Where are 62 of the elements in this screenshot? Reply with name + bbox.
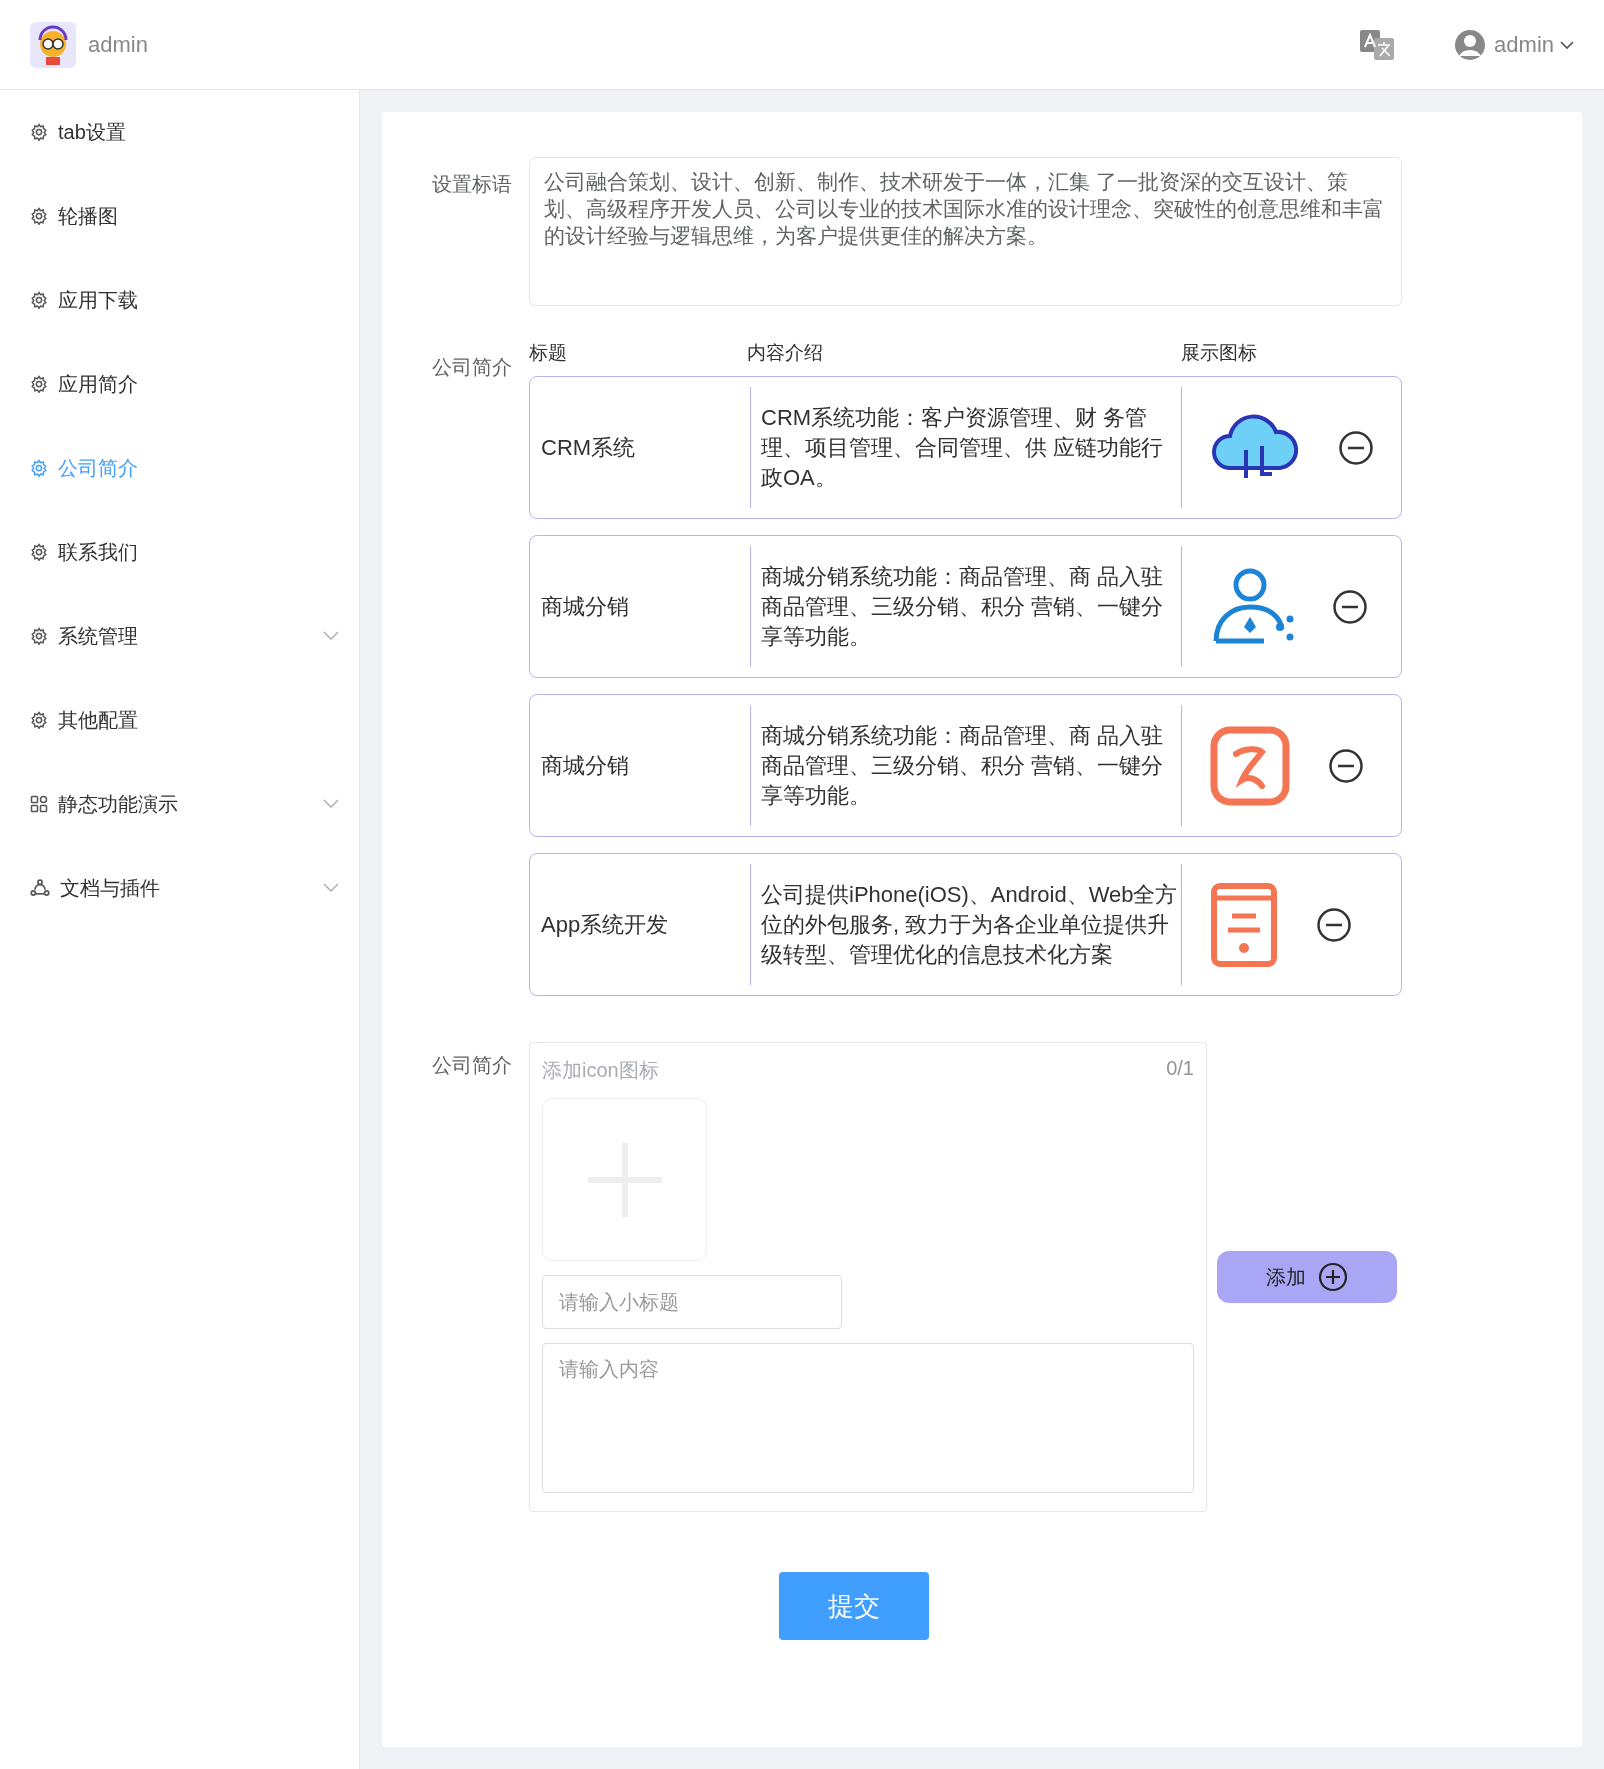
row-content: 商城分销系统功能：商品管理、商 品入驻商品管理、三级分销、积分 营销、一键分享等功能。 xyxy=(760,562,1165,651)
sidebar-item-label: 轮播图 xyxy=(58,203,119,229)
row-title: 商城分销 xyxy=(540,592,630,621)
row-content: CRM系统功能：客户资源管理、财 务管理、项目管理、合同管理、供 应链功能行政OA。 xyxy=(760,403,1165,492)
title-input[interactable]: 请输入小标题 xyxy=(542,1275,842,1329)
column-header: 标题 xyxy=(529,341,568,365)
content-input[interactable]: 请输入内容 xyxy=(542,1343,1194,1493)
sidebar-item-label: 应用简介 xyxy=(58,371,139,397)
add-button[interactable]: 添加 xyxy=(1217,1251,1397,1303)
slogan-field[interactable]: 公司融合策划、设计、创新、制作、技术研发于一体，汇集 了一批资深的交互设计、策划、高级程序开发人员、公司以专业的技术国际水准的设计理念、突破性的创意思维和丰富的设计经验与逻辑思维，为客户提供更佳的解决方案。 xyxy=(529,157,1402,306)
sidebar-item-label: 静态功能演示 xyxy=(58,791,179,817)
logo xyxy=(30,21,76,68)
avatar-icon[interactable] xyxy=(1454,28,1487,61)
field-label: 公司简介 xyxy=(431,355,513,380)
brand-name: admin xyxy=(88,31,148,58)
gear-icon xyxy=(30,375,48,393)
gear-icon xyxy=(30,123,48,141)
sidebar-item[interactable]: 文档与插件 xyxy=(0,846,359,930)
field-label: 公司简介 xyxy=(431,1053,513,1078)
user-name[interactable]: admin xyxy=(1494,31,1554,58)
sidebar-item-label: 系统管理 xyxy=(58,623,139,649)
sidebar-item-label: 文档与插件 xyxy=(60,875,161,901)
gear-icon xyxy=(30,459,48,477)
sidebar-item[interactable]: 轮播图 xyxy=(0,174,359,258)
translate-icon[interactable] xyxy=(1360,29,1395,60)
gear-icon xyxy=(30,627,48,645)
gear-icon xyxy=(30,543,48,561)
column-header: 展示图标 xyxy=(1181,341,1258,365)
remove-button[interactable] xyxy=(1332,588,1368,625)
caret-icon[interactable] xyxy=(1560,39,1574,50)
sidebar-item-label: 应用下载 xyxy=(58,287,139,313)
sidebar-item[interactable]: 系统管理 xyxy=(0,594,359,678)
upload-label: 添加icon图标 xyxy=(542,1058,659,1083)
column-header: 内容介绍 xyxy=(747,341,824,365)
gear-icon xyxy=(30,291,48,309)
sidebar-item[interactable]: 应用下载 xyxy=(0,258,359,342)
plus-circle-icon xyxy=(1318,1262,1348,1292)
field-label: 设置标语 xyxy=(431,172,513,197)
row-title: CRM系统 xyxy=(540,433,637,462)
sidebar-item-label: 其他配置 xyxy=(58,707,139,733)
letter-badge-icon xyxy=(1210,725,1290,806)
sidebar-item[interactable]: 静态功能演示 xyxy=(0,762,359,846)
remove-button[interactable] xyxy=(1328,747,1364,784)
gear-icon xyxy=(30,711,48,729)
network-icon xyxy=(30,878,50,898)
sidebar-item-label: 公司简介 xyxy=(58,455,139,481)
upload-count: 0/1 xyxy=(1166,1057,1194,1081)
sidebar-item[interactable]: 其他配置 xyxy=(0,678,359,762)
remove-button[interactable] xyxy=(1338,429,1374,466)
sidebar-item[interactable]: 联系我们 xyxy=(0,510,359,594)
sidebar-item-label: tab设置 xyxy=(58,119,127,145)
remove-button[interactable] xyxy=(1316,906,1352,943)
row-content: 商城分销系统功能：商品管理、商 品入驻商品管理、三级分销、积分 营销、一键分享等功能。 xyxy=(760,721,1165,810)
document-icon xyxy=(1210,881,1278,968)
gear-icon xyxy=(30,207,48,225)
row-content: 公司提供iPhone(iOS)、Android、Web全方位的外包服务, 致力于为各企业单位提供升级转型、管理优化的信息技术化方案 xyxy=(760,880,1179,969)
grid-icon xyxy=(30,795,48,813)
sidebar-item-label: 联系我们 xyxy=(58,539,139,565)
sidebar-item[interactable]: 应用简介 xyxy=(0,342,359,426)
row-title: 商城分销 xyxy=(540,751,630,780)
sidebar-item[interactable]: tab设置 xyxy=(0,90,359,174)
row-title: App系统开发 xyxy=(540,910,670,939)
